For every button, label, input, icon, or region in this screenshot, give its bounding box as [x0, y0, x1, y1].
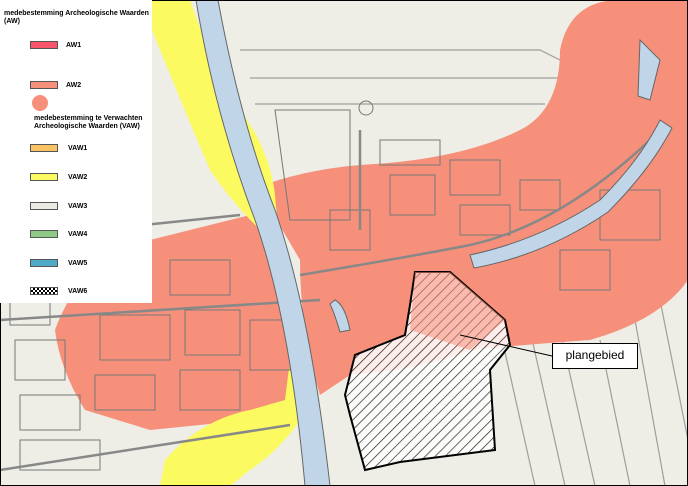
- vaw4-label: VAW4: [68, 231, 88, 238]
- vaw6-swatch: [30, 287, 58, 295]
- aw2-point-symbol: [32, 95, 48, 111]
- legend-vaw-title: medebestemming te Verwachten Archeologis…: [34, 115, 143, 130]
- vaw1-swatch: [30, 144, 58, 152]
- aw2-swatch: [30, 81, 58, 89]
- vaw2-swatch: [30, 173, 58, 181]
- aw1-label: AW1: [66, 42, 82, 49]
- legend: medebestemming Archeologische Waarden (A…: [0, 0, 152, 303]
- vaw5-label: VAW5: [68, 260, 88, 267]
- aw2-label: AW2: [66, 82, 82, 89]
- legend-aw-title: medebestemming Archeologische Waarden (A…: [4, 10, 149, 25]
- plangebied-callout: plangebied: [552, 343, 638, 369]
- vaw3-swatch: [30, 202, 58, 210]
- vaw5-swatch: [30, 259, 58, 267]
- aw1-swatch: [30, 41, 58, 49]
- vaw2-label: VAW2: [68, 174, 88, 181]
- vaw4-swatch: [30, 230, 58, 238]
- vaw6-label: VAW6: [68, 288, 88, 295]
- vaw3-label: VAW3: [68, 203, 88, 210]
- vaw1-label: VAW1: [68, 145, 88, 152]
